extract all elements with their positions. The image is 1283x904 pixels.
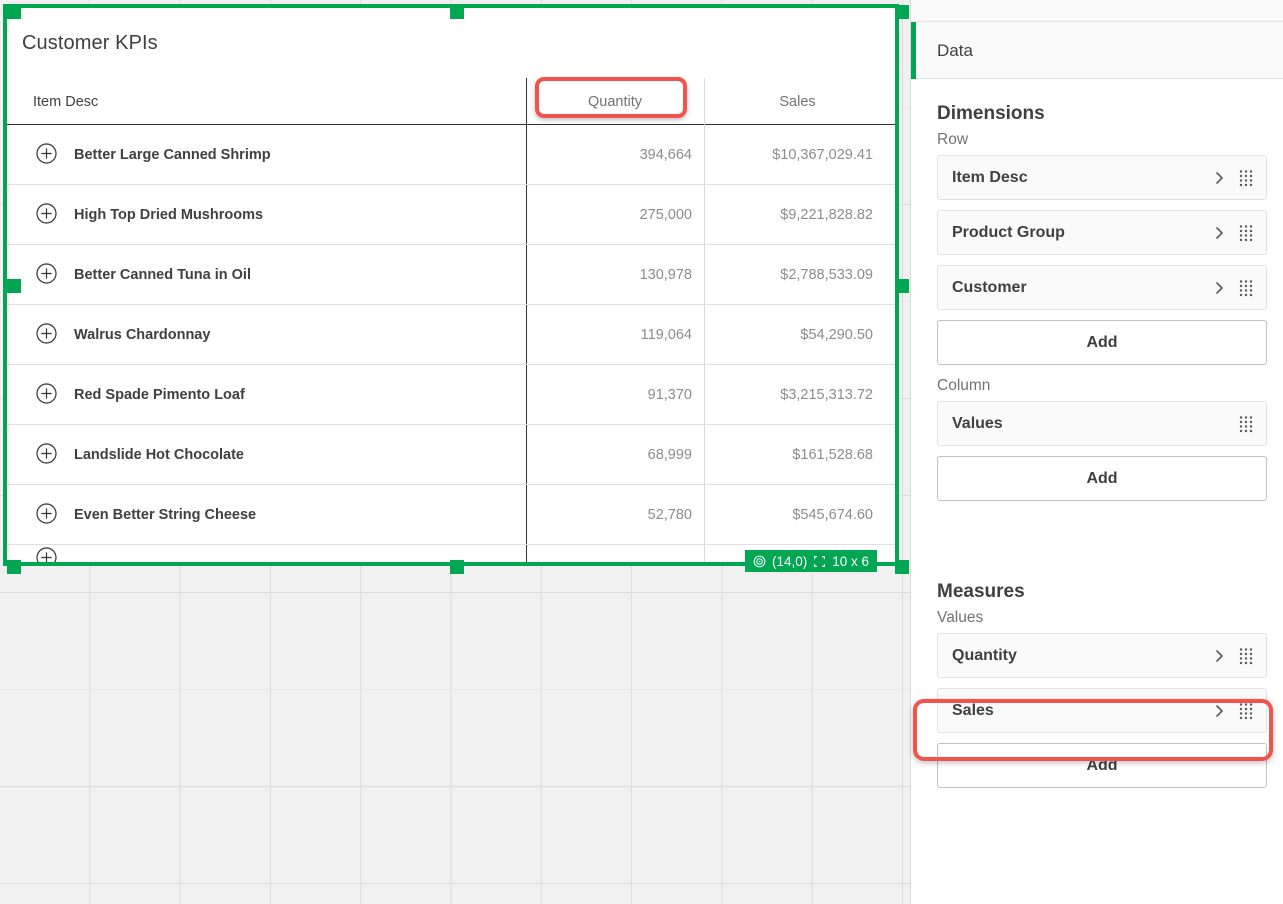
drag-handle-icon[interactable] [1236, 646, 1256, 666]
cell-item-desc: Landslide Hot Chocolate [74, 425, 244, 485]
expand-icon[interactable] [36, 443, 57, 464]
subsection-label-values: Values [937, 609, 1267, 627]
tab-data[interactable]: Data [911, 22, 973, 79]
measure-label: Sales [952, 702, 1210, 720]
cell-item-desc: Even Better String Cheese [74, 485, 256, 545]
cell-quantity: 91,370 [527, 365, 692, 425]
chevron-right-icon[interactable] [1210, 702, 1228, 720]
cell-item-desc: Better Large Canned Shrimp [74, 125, 271, 185]
cell-item-desc: Better Canned Tuna in Oil [74, 245, 251, 305]
chart-object-wrapper[interactable]: Customer KPIs Item Desc Quantity Sales B [4, 6, 898, 564]
app-root: Customer KPIs Item Desc Quantity Sales B [0, 0, 1283, 904]
expand-icon[interactable] [36, 323, 57, 344]
measure-item-quantity[interactable]: Quantity [937, 633, 1267, 678]
cell-quantity: 52,780 [527, 485, 692, 545]
cell-quantity: 275,000 [527, 185, 692, 245]
cell-item-desc: High Top Dried Mushrooms [74, 185, 263, 245]
target-position-icon [753, 555, 766, 568]
panel-body: Dimensions Row Item Desc Product Group [911, 79, 1283, 904]
add-row-dimension-button[interactable]: Add [937, 320, 1267, 365]
cell-sales: $9,221,828.82 [705, 185, 873, 245]
column-item-values[interactable]: Values [937, 401, 1267, 446]
table-body: Better Large Canned Shrimp 394,664 $10,3… [4, 125, 898, 564]
section-spacer [927, 513, 1267, 557]
dimension-item-item-desc[interactable]: Item Desc [937, 155, 1267, 200]
add-measure-button[interactable]: Add [937, 743, 1267, 788]
table-header-row: Item Desc Quantity Sales [4, 78, 898, 125]
expand-icon[interactable] [36, 263, 57, 284]
cell-quantity: 119,064 [527, 305, 692, 365]
panel-top-strip [911, 0, 1283, 22]
table-row[interactable]: Better Large Canned Shrimp 394,664 $10,3… [4, 125, 898, 185]
table-row[interactable]: High Top Dried Mushrooms 275,000 $9,221,… [4, 185, 898, 245]
dimension-item-product-group[interactable]: Product Group [937, 210, 1267, 255]
dimension-label: Customer [952, 279, 1210, 297]
column-header-sales[interactable]: Sales [705, 78, 890, 125]
dimension-item-customer[interactable]: Customer [937, 265, 1267, 310]
column-header-quantity[interactable]: Quantity [526, 78, 704, 125]
table-row[interactable]: Red Spade Pimento Loaf 91,370 $3,215,313… [4, 365, 898, 425]
cell-sales: $10,367,029.41 [705, 125, 873, 185]
table-row[interactable]: Better Canned Tuna in Oil 130,978 $2,788… [4, 245, 898, 305]
object-position-size-badge: (14,0) 10 x 6 [745, 550, 877, 572]
section-title-dimensions: Dimensions [937, 103, 1267, 125]
column-label: Values [952, 415, 1236, 433]
drag-handle-icon[interactable] [1236, 223, 1256, 243]
chevron-right-icon[interactable] [1210, 169, 1228, 187]
column-header-item-desc[interactable]: Item Desc [33, 78, 513, 125]
cell-sales: $54,290.50 [705, 305, 873, 365]
cell-sales: $161,528.68 [705, 425, 873, 485]
badge-position-text: (14,0) [772, 554, 807, 569]
cell-quantity: 394,664 [527, 125, 692, 185]
dimension-label: Item Desc [952, 169, 1210, 187]
measure-label: Quantity [952, 647, 1210, 665]
pivot-table[interactable]: Item Desc Quantity Sales Better Large Ca… [4, 78, 898, 564]
subsection-label-column: Column [937, 377, 1267, 395]
table-chart-card[interactable]: Customer KPIs Item Desc Quantity Sales B [4, 6, 898, 564]
expand-icon[interactable] [36, 503, 57, 524]
panel-tab-bar: Data [911, 22, 1283, 79]
table-row[interactable]: Landslide Hot Chocolate 68,999 $161,528.… [4, 425, 898, 485]
expand-icon[interactable] [36, 203, 57, 224]
add-column-dimension-button[interactable]: Add [937, 456, 1267, 501]
drag-handle-icon[interactable] [1236, 278, 1256, 298]
subsection-label-row: Row [937, 131, 1267, 149]
cell-quantity: 130,978 [527, 245, 692, 305]
drag-handle-icon[interactable] [1236, 701, 1256, 721]
table-row[interactable]: Even Better String Cheese 52,780 $545,67… [4, 485, 898, 545]
expand-icon[interactable] [36, 547, 57, 564]
section-title-measures: Measures [937, 581, 1267, 603]
expand-icon[interactable] [36, 383, 57, 404]
cell-sales: $3,215,313.72 [705, 365, 873, 425]
resize-dimensions-icon [813, 555, 826, 568]
cell-item-desc: Red Spade Pimento Loaf [74, 365, 245, 425]
cell-item-desc: Walrus Chardonnay [74, 305, 210, 365]
drag-handle-icon[interactable] [1236, 168, 1256, 188]
table-row[interactable]: Walrus Chardonnay 119,064 $54,290.50 [4, 305, 898, 365]
expand-icon[interactable] [36, 143, 57, 164]
chevron-right-icon[interactable] [1210, 647, 1228, 665]
badge-size-text: 10 x 6 [832, 554, 869, 569]
chevron-right-icon[interactable] [1210, 224, 1228, 242]
chart-title: Customer KPIs [22, 32, 158, 55]
drag-handle-icon[interactable] [1236, 414, 1256, 434]
cell-sales: $2,788,533.09 [705, 245, 873, 305]
cell-sales: $545,674.60 [705, 485, 873, 545]
dimension-label: Product Group [952, 224, 1210, 242]
chevron-right-icon[interactable] [1210, 279, 1228, 297]
cell-quantity: 68,999 [527, 425, 692, 485]
measure-item-sales[interactable]: Sales [937, 688, 1267, 733]
property-panel: Data Dimensions Row Item Desc Product Gr… [910, 0, 1283, 904]
